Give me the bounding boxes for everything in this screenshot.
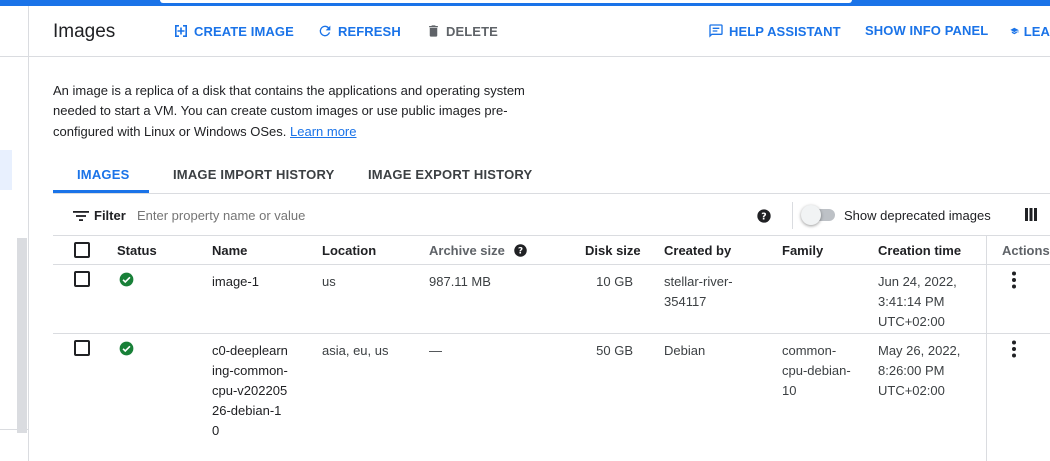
image-creation-time: May 26, 2022, 8:26:00 PM UTC+02:00 — [878, 343, 961, 398]
add-box-icon — [175, 25, 187, 37]
school-icon — [1010, 27, 1019, 35]
help-assistant-label: HELP ASSISTANT — [729, 23, 841, 39]
image-created-by: stellar-river-354117 — [664, 274, 733, 309]
learn-label: LEA — [1023, 23, 1050, 39]
more-vert-icon[interactable] — [1009, 340, 1019, 358]
filter-bar: Filter ? Show deprecated images — [53, 195, 1050, 236]
more-vert-icon[interactable] — [1009, 271, 1019, 289]
image-disk-size: 50 GB — [596, 343, 633, 358]
help-circle-icon[interactable]: ? — [756, 208, 772, 224]
svg-text:?: ? — [761, 211, 766, 222]
col-disk-size[interactable]: Disk size — [585, 243, 641, 258]
learn-more-link[interactable]: Learn more — [290, 124, 356, 139]
filter-button[interactable]: Filter — [73, 208, 126, 223]
toggle-knob — [801, 205, 821, 225]
tab-image-export-history[interactable]: IMAGE EXPORT HISTORY — [368, 167, 532, 182]
image-location: us — [322, 274, 336, 289]
col-created-by[interactable]: Created by — [664, 243, 731, 258]
check-circle-icon — [119, 341, 134, 356]
image-disk-size: 10 GB — [596, 274, 633, 289]
col-archive-size-label: Archive size — [429, 243, 505, 258]
trash-icon — [429, 25, 438, 37]
image-archive-size: 987.11 MB — [429, 274, 491, 289]
refresh-label: REFRESH — [338, 23, 401, 39]
nav-scrollbar[interactable] — [17, 238, 27, 433]
filter-divider — [792, 202, 793, 229]
show-deprecated-label: Show deprecated images — [844, 208, 991, 223]
check-circle-icon — [119, 272, 134, 287]
left-nav — [0, 6, 29, 461]
row-checkbox[interactable] — [74, 340, 90, 356]
description-text: An image is a replica of a disk that con… — [53, 83, 525, 139]
learn-button[interactable]: LEA — [1010, 23, 1050, 39]
nav-divider-bottom — [0, 429, 29, 430]
nav-selected-item[interactable] — [0, 150, 12, 190]
image-name[interactable]: image-1 — [212, 272, 312, 292]
col-archive-size[interactable]: Archive size ? — [429, 243, 528, 258]
help-circle-icon[interactable]: ? — [513, 243, 528, 258]
image-archive-size: — — [429, 343, 442, 358]
table-row[interactable]: c0-deeplearning-common-cpu-v20220526-deb… — [53, 334, 1050, 461]
show-info-panel-label: SHOW INFO PANEL — [865, 23, 989, 38]
image-creation-time: Jun 24, 2022, 3:41:14 PM UTC+02:00 — [878, 274, 957, 329]
refresh-button[interactable]: REFRESH — [317, 23, 401, 39]
col-name[interactable]: Name — [212, 243, 247, 258]
col-creation-time[interactable]: Creation time — [878, 243, 961, 258]
help-assistant-button[interactable]: HELP ASSISTANT — [708, 23, 841, 39]
tab-images[interactable]: IMAGES — [77, 167, 129, 182]
select-all-checkbox[interactable] — [74, 242, 90, 258]
delete-button[interactable]: DELETE — [426, 23, 498, 39]
column-display-icon[interactable] — [1025, 208, 1037, 221]
svg-text:?: ? — [518, 247, 523, 257]
row-checkbox[interactable] — [74, 271, 90, 287]
filter-icon — [73, 210, 89, 221]
tab-bar: IMAGES IMAGE IMPORT HISTORY IMAGE EXPORT… — [53, 155, 1050, 194]
image-name[interactable]: c0-deeplearning-common-cpu-v20220526-deb… — [212, 341, 288, 441]
create-image-label: CREATE IMAGE — [194, 23, 294, 39]
page-header: Images CREATE IMAGE REFRESH DELETE HELP … — [29, 6, 1050, 57]
table-row[interactable]: image-1 us 987.11 MB 10 GB stellar-river… — [53, 265, 1050, 334]
col-family[interactable]: Family — [782, 243, 823, 258]
image-family: common-cpu-debian-10 — [782, 343, 851, 398]
refresh-icon — [319, 25, 331, 37]
filter-label: Filter — [94, 208, 126, 223]
chat-help-icon — [709, 24, 723, 38]
create-image-button[interactable]: CREATE IMAGE — [173, 23, 294, 39]
col-status[interactable]: Status — [117, 243, 157, 258]
page-description: An image is a replica of a disk that con… — [53, 81, 543, 142]
search-box-edge[interactable] — [160, 0, 852, 3]
tab-image-import-history[interactable]: IMAGE IMPORT HISTORY — [173, 167, 334, 182]
col-actions: Actions — [1002, 243, 1050, 258]
show-deprecated-toggle[interactable] — [801, 205, 837, 225]
page-title: Images — [53, 21, 116, 42]
active-tab-indicator — [53, 190, 149, 193]
nav-divider — [0, 56, 29, 57]
filter-input[interactable] — [137, 208, 537, 223]
image-created-by: Debian — [664, 343, 706, 358]
delete-label: DELETE — [446, 23, 498, 39]
table-header: Status Name Location Archive size ? Disk… — [53, 236, 1050, 265]
show-info-panel-button[interactable]: SHOW INFO PANEL — [865, 23, 988, 38]
image-location: asia, eu, us — [322, 343, 389, 358]
col-location[interactable]: Location — [322, 243, 376, 258]
